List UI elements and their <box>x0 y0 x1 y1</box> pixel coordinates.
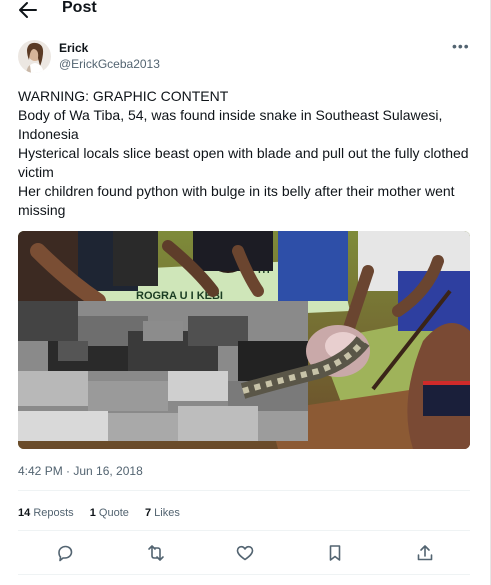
more-icon[interactable]: ••• <box>452 38 470 54</box>
divider <box>18 490 470 491</box>
post-timestamp[interactable]: 4:42 PM · Jun 16, 2018 <box>18 464 143 478</box>
divider <box>18 574 470 575</box>
bookmark-icon[interactable] <box>325 543 345 563</box>
header: Post <box>0 0 490 22</box>
like-icon[interactable] <box>235 543 255 563</box>
author-handle[interactable]: @ErickGceba2013 <box>59 57 160 71</box>
tweet-line: Hysterical locals slice beast open with … <box>18 145 469 180</box>
tweet-line: Her children found python with bulge in … <box>18 183 455 218</box>
post-stats: 14 Reposts 1 Quote 7 Likes <box>18 507 193 519</box>
page-title: Post <box>62 0 97 16</box>
avatar[interactable] <box>18 40 51 73</box>
arrow-left-icon[interactable] <box>18 1 38 19</box>
tweet-line: WARNING: GRAPHIC CONTENT <box>18 88 229 104</box>
tweet-line: Body of Wa Tiba, 54, was found inside sn… <box>18 107 443 142</box>
repost-icon[interactable] <box>146 543 166 563</box>
divider <box>18 530 470 531</box>
author-name[interactable]: Erick <box>59 41 88 55</box>
post-image[interactable]: ROGRA U I KEBI ITI <box>18 231 470 449</box>
likes-stat[interactable]: 7 Likes <box>145 507 180 519</box>
tweet-text: WARNING: GRAPHIC CONTENT Body of Wa Tiba… <box>18 87 473 220</box>
post-view: Post Erick @ErickGceba2013 ••• WARNING: … <box>0 0 491 585</box>
share-icon[interactable] <box>415 543 435 563</box>
action-bar <box>18 543 470 563</box>
reposts-stat[interactable]: 14 Reposts <box>18 507 74 519</box>
quotes-stat[interactable]: 1 Quote <box>90 507 129 519</box>
reply-icon[interactable] <box>55 543 75 563</box>
